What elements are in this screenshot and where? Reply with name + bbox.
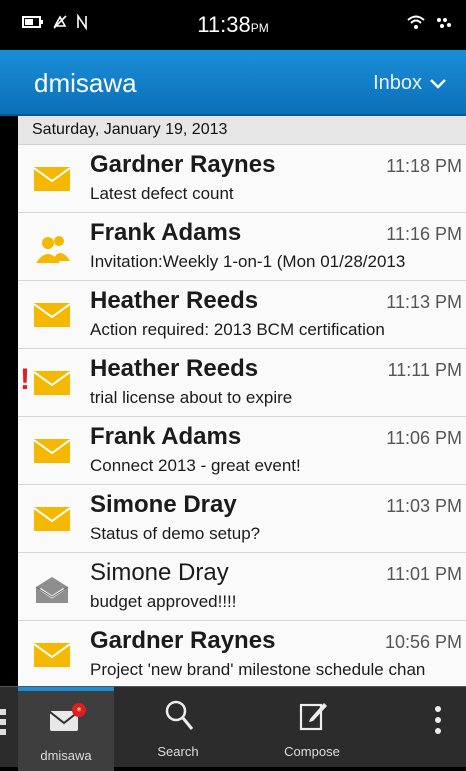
envelope-unread-icon: [33, 371, 71, 400]
message-time: 11:18 PM: [386, 156, 462, 176]
message-subject: Invitation:Weekly 1-on-1 (Mon 01/28/2013: [90, 252, 406, 271]
message-subject: budget approved!!!!: [90, 592, 237, 611]
message-row[interactable]: Simone Dray 11:03 PM Status of demo setup?: [18, 485, 466, 553]
message-row[interactable]: Gardner Raynes 10:56 PM Project 'new brand…: [18, 621, 466, 686]
message-subject: Project 'new brand' milestone schedule c…: [90, 660, 426, 679]
message-sender: Gardner Raynes: [90, 151, 276, 178]
message-list[interactable]: Saturday, January 19, 2013 Gardner Rayne…: [18, 116, 466, 686]
tab-account[interactable]: * dmisawa: [18, 687, 114, 771]
status-bar: 11:38PM: [0, 0, 466, 50]
tab-compose[interactable]: Compose: [262, 687, 362, 767]
message-subject: Action required: 2013 BCM certification: [90, 320, 385, 339]
folder-label: Inbox: [373, 72, 422, 94]
tab-label: Compose: [284, 744, 340, 759]
message-sender: Simone Dray: [90, 559, 229, 586]
message-row[interactable]: Gardner Raynes 11:18 PM Latest defect coun…: [18, 145, 466, 213]
svg-text:*: *: [77, 706, 82, 717]
date-header: Saturday, January 19, 2013: [18, 116, 466, 145]
status-right-icons: [406, 14, 452, 35]
chevron-down-icon: [430, 72, 446, 95]
envelope-read-icon: [34, 575, 70, 610]
drawer-handle[interactable]: [0, 705, 8, 745]
status-time: 11:38PM: [197, 12, 269, 37]
overflow-menu-button[interactable]: [428, 701, 448, 751]
mail-account-icon: *: [48, 703, 88, 736]
folder-dropdown[interactable]: Inbox: [373, 72, 446, 95]
message-row[interactable]: ! Heather Reeds 11:11 PM trial license abou…: [18, 349, 466, 417]
message-row[interactable]: Heather Reeds 11:13 PM Action required: 20…: [18, 281, 466, 349]
tab-label: Search: [157, 744, 199, 759]
envelope-unread-icon: [33, 439, 71, 468]
envelope-unread-icon: [33, 303, 71, 332]
message-time: 11:01 PM: [386, 564, 462, 584]
message-time: 10:56 PM: [384, 632, 462, 652]
message-subject: trial license about to expire: [90, 388, 293, 407]
message-sender: Frank Adams: [90, 423, 242, 450]
message-subject: Status of demo setup?: [90, 524, 261, 543]
envelope-unread-icon: [33, 643, 71, 672]
bbm-icon: [436, 16, 452, 34]
message-sender: Simone Dray: [90, 491, 237, 518]
message-sender: Frank Adams: [90, 219, 242, 246]
message-time: 11:03 PM: [386, 496, 462, 516]
message-row[interactable]: Simone Dray 11:01 PM budget approved!!!!: [18, 553, 466, 621]
message-sender: Heather Reeds: [90, 355, 259, 382]
tab-label: dmisawa: [40, 748, 92, 763]
wifi-icon: [406, 14, 426, 35]
message-subject: Connect 2013 - great event!: [90, 456, 301, 475]
message-time: 11:13 PM: [386, 292, 462, 312]
message-subject: Latest defect count: [90, 184, 234, 203]
message-row[interactable]: Frank Adams 11:16 PM Invitation:Weekly 1-o…: [18, 213, 466, 281]
envelope-unread-icon: [33, 507, 71, 536]
tab-search[interactable]: Search: [130, 687, 226, 767]
message-sender: Heather Reeds: [90, 287, 259, 314]
message-time: 11:16 PM: [386, 224, 462, 244]
message-time: 11:06 PM: [386, 428, 462, 448]
message-time: 11:11 PM: [387, 360, 462, 380]
priority-high-icon: !: [20, 363, 30, 396]
message-row[interactable]: Frank Adams 11:06 PM Connect 2013 - great …: [18, 417, 466, 485]
compose-icon: [298, 699, 328, 734]
envelope-unread-icon: [33, 167, 71, 196]
action-bar: * dmisawa Search Compose: [0, 686, 466, 771]
title-bar: dmisawa Inbox: [0, 50, 466, 116]
message-sender: Gardner Raynes: [90, 627, 276, 654]
meeting-invite-icon: [34, 235, 72, 268]
account-title: dmisawa: [34, 68, 137, 98]
search-icon: [164, 699, 194, 734]
